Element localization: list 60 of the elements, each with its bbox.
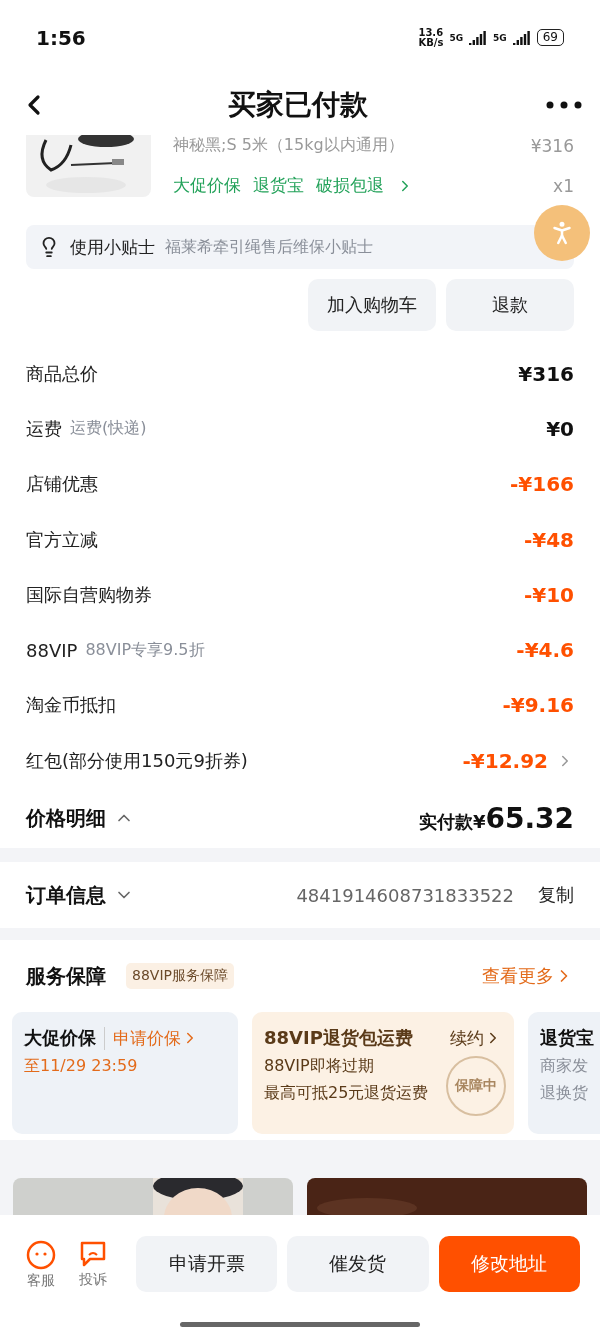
card-action[interactable]: 续约 <box>450 1026 502 1050</box>
currency-sign: ¥ <box>472 810 486 832</box>
network-speed: 13.6 KB/s <box>418 27 444 48</box>
section-title[interactable]: 订单信息 <box>26 881 106 909</box>
price-label: 运费 <box>26 416 62 441</box>
page-title: 买家已付款 <box>228 87 368 123</box>
price-amount: ¥316 <box>518 361 574 386</box>
shortcut-label: 投诉 <box>79 1270 107 1289</box>
price-note: 运费(快递) <box>70 418 147 440</box>
price-label: 88VIP <box>26 639 78 661</box>
battery-indicator: 69 <box>536 29 564 46</box>
vip-badge: 88VIP服务保障 <box>126 963 234 990</box>
variant-text: 神秘黑;S 5米（15kg以内通用） <box>173 135 404 156</box>
item-price: ¥316 <box>530 135 574 156</box>
action-button[interactable]: 加入购物车 <box>308 279 436 331</box>
network-type: 5G <box>493 32 507 43</box>
price-amount: -¥4.6 <box>516 638 574 663</box>
signal-icon <box>469 30 488 45</box>
price-amount: -¥48 <box>523 527 574 552</box>
card-text: 退换货 <box>540 1083 588 1103</box>
service-card[interactable]: 退货宝 商家发 退换货 <box>528 1012 600 1135</box>
bottom-button[interactable]: 催发货 <box>287 1235 429 1292</box>
action-button[interactable]: 退款 <box>446 279 574 331</box>
price-label: 淘金币抵扣 <box>26 693 116 718</box>
price-label: 店铺优惠 <box>26 472 98 497</box>
card-title: 退货宝 <box>540 1026 594 1051</box>
price-note: 88VIP专享9.5折 <box>85 639 205 661</box>
service-card[interactable]: 88VIP退货包运费 续约 88VIP即将过期 最高可抵25元退货运费 保障中 <box>252 1012 514 1135</box>
card-text: 商家发 <box>540 1056 588 1076</box>
card-title: 88VIP退货包运费 <box>264 1026 413 1051</box>
more-icon[interactable] <box>546 101 582 109</box>
price-amount: -¥9.16 <box>502 693 574 718</box>
network-type: 5G <box>449 32 464 43</box>
section-title[interactable]: 价格明细 <box>26 804 106 832</box>
card-text: 至11/29 23:59 <box>24 1056 138 1076</box>
section-title: 服务保障 <box>26 962 106 990</box>
order-number: 4841914608731833522 <box>296 884 514 906</box>
price-label: 国际自营购物券 <box>26 582 152 607</box>
price-amount: -¥10 <box>523 582 574 607</box>
price-label: 红包(部分使用150元9折券) <box>26 748 248 773</box>
shortcut-label: 客服 <box>27 1271 55 1290</box>
card-title: 大促价保 <box>24 1026 96 1051</box>
price-label: 商品总价 <box>26 361 98 386</box>
price-amount: -¥12.92 <box>462 748 548 773</box>
paid-amount: 65.32 <box>485 801 574 835</box>
tip-bar[interactable]: 使用小贴士 福莱希牵引绳售后维保小贴士 <box>26 225 574 269</box>
status-stamp: 保障中 <box>446 1056 506 1117</box>
price-amount: -¥166 <box>510 472 574 497</box>
tip-label: 使用小贴士 <box>70 235 155 259</box>
price-label: 官方立减 <box>26 527 98 552</box>
bottom-button[interactable]: 申请开票 <box>136 1235 278 1292</box>
paid-label: 实付款 <box>418 809 473 834</box>
tip-text: 福莱希牵引绳售后维保小贴士 <box>165 236 373 258</box>
card-text: 最高可抵25元退货运费 <box>264 1083 429 1103</box>
item-quantity: x1 <box>553 175 574 196</box>
copy-link[interactable]: 复制 <box>538 883 574 908</box>
card-text: 88VIP即将过期 <box>264 1056 374 1076</box>
price-amount: ¥0 <box>546 416 574 441</box>
clock: 1:56 <box>36 25 86 50</box>
signal-icon <box>512 30 531 45</box>
